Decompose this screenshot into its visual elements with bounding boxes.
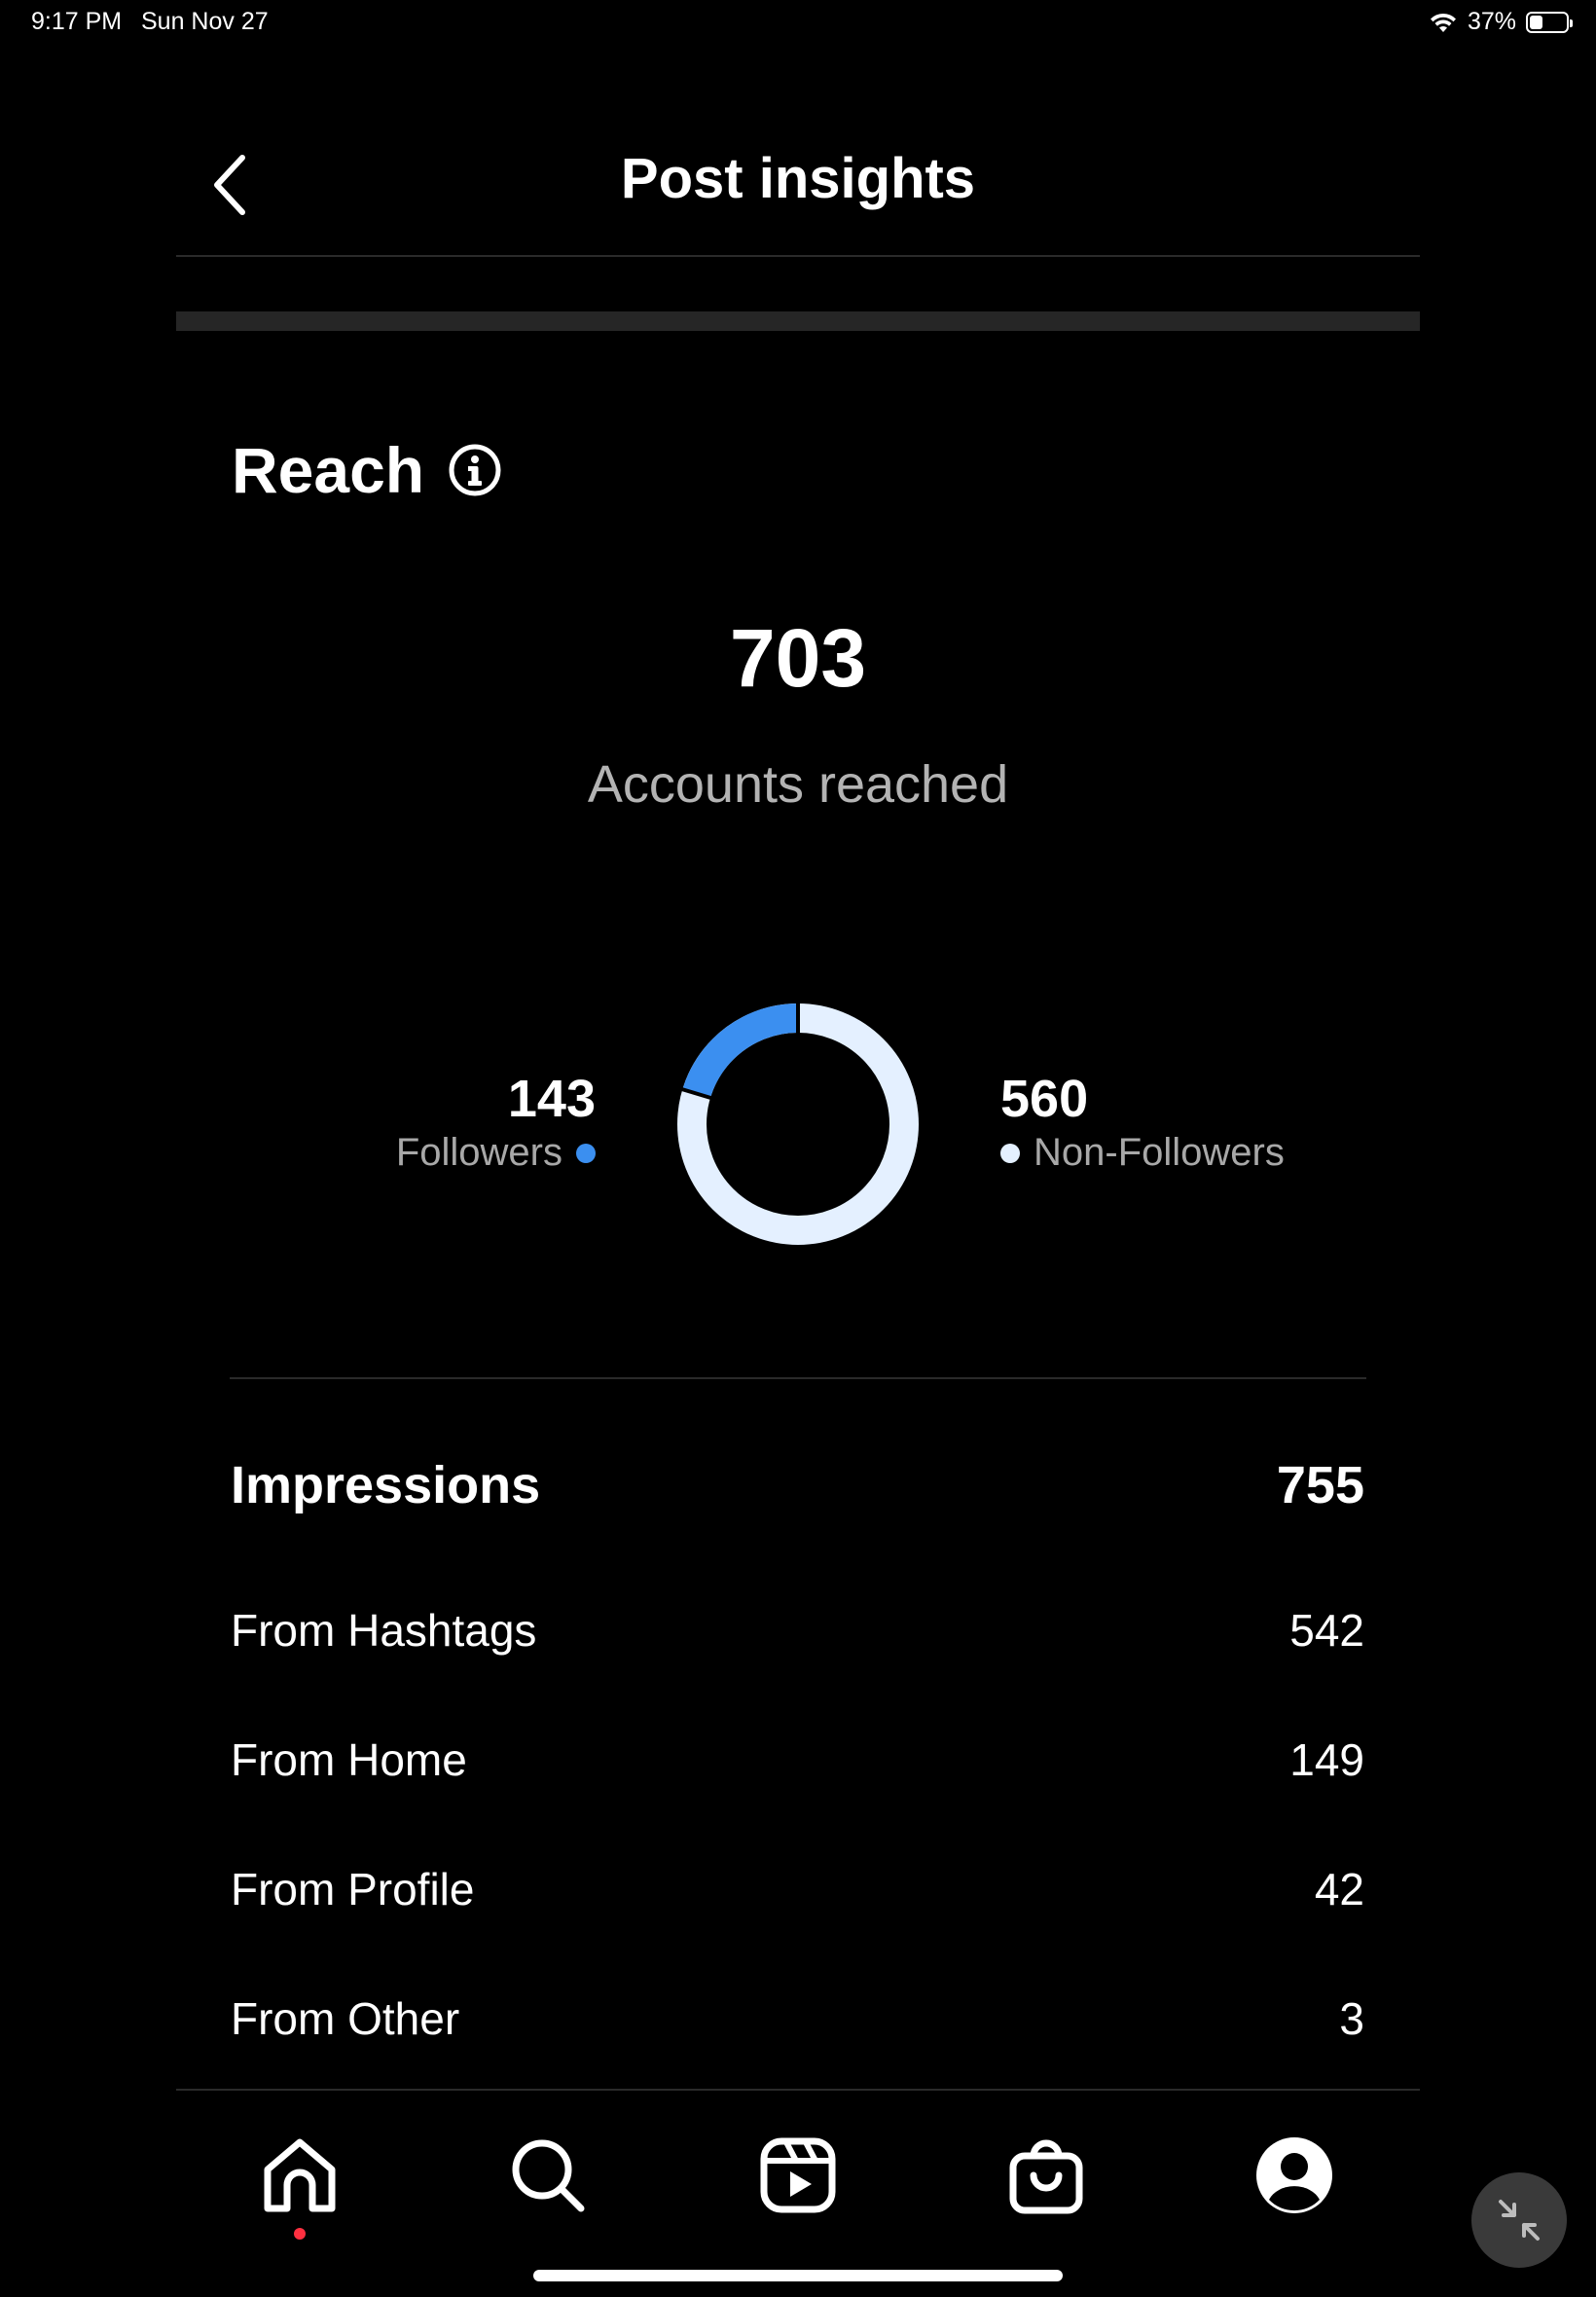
followers-count: 143 bbox=[507, 1070, 596, 1128]
page-title: Post insights bbox=[620, 147, 976, 210]
non-followers-count: 560 bbox=[1000, 1070, 1089, 1128]
followers-legend: Followers bbox=[396, 1131, 596, 1175]
accounts-reached-count: 703 bbox=[729, 612, 867, 704]
status-indicators: 37% bbox=[1429, 8, 1573, 36]
profile-icon bbox=[1256, 2137, 1332, 2213]
status-time: 9:17 PM bbox=[31, 8, 123, 35]
status-date: Sun Nov 27 bbox=[141, 8, 269, 35]
section-separator bbox=[176, 311, 1420, 331]
reels-icon bbox=[760, 2137, 836, 2213]
impressions-row-label: From Other bbox=[231, 1993, 460, 2044]
collapse-arrows-icon bbox=[1499, 2200, 1540, 2241]
followers-dot bbox=[576, 1143, 596, 1163]
info-icon bbox=[449, 444, 501, 496]
battery-percent: 37% bbox=[1467, 8, 1516, 35]
shop-icon bbox=[1009, 2139, 1083, 2214]
search-icon bbox=[512, 2139, 585, 2212]
impressions-row-label: From Hashtags bbox=[231, 1605, 537, 1656]
nav-reels-button[interactable] bbox=[749, 2127, 847, 2224]
header-divider bbox=[176, 255, 1420, 257]
non-followers-label: Non-Followers bbox=[1034, 1131, 1285, 1174]
wifi-icon bbox=[1430, 13, 1456, 32]
home-icon bbox=[264, 2138, 336, 2212]
impressions-row-value: 542 bbox=[1289, 1605, 1364, 1656]
nav-home-button[interactable] bbox=[251, 2127, 348, 2224]
nav-divider bbox=[176, 2089, 1420, 2091]
home-indicator-bar[interactable] bbox=[533, 2270, 1063, 2281]
impressions-row-value: 3 bbox=[1339, 1993, 1364, 2044]
info-button[interactable] bbox=[448, 443, 502, 502]
nav-profile-button[interactable] bbox=[1246, 2127, 1343, 2224]
reach-divider bbox=[230, 1377, 1366, 1379]
impressions-row-value: 149 bbox=[1289, 1734, 1364, 1785]
accounts-reached-label: Accounts reached bbox=[587, 755, 1009, 814]
reach-title: Reach bbox=[232, 434, 425, 506]
collapse-button[interactable] bbox=[1471, 2172, 1567, 2268]
non-followers-dot bbox=[1000, 1143, 1020, 1163]
nav-search-button[interactable] bbox=[499, 2127, 597, 2224]
battery-icon bbox=[1526, 11, 1573, 33]
reach-donut-chart bbox=[677, 1000, 919, 1245]
home-notification-dot bbox=[294, 2228, 306, 2240]
non-followers-legend: Non-Followers bbox=[1000, 1131, 1285, 1175]
impressions-row-value: 42 bbox=[1314, 1864, 1364, 1914]
nav-shop-button[interactable] bbox=[998, 2127, 1095, 2224]
followers-label: Followers bbox=[395, 1131, 562, 1174]
impressions-row-label: From Profile bbox=[231, 1864, 475, 1914]
impressions-row-label: From Home bbox=[231, 1734, 467, 1785]
impressions-total: 755 bbox=[1276, 1456, 1364, 1514]
impressions-title: Impressions bbox=[231, 1456, 541, 1514]
battery-level bbox=[1530, 15, 1543, 29]
